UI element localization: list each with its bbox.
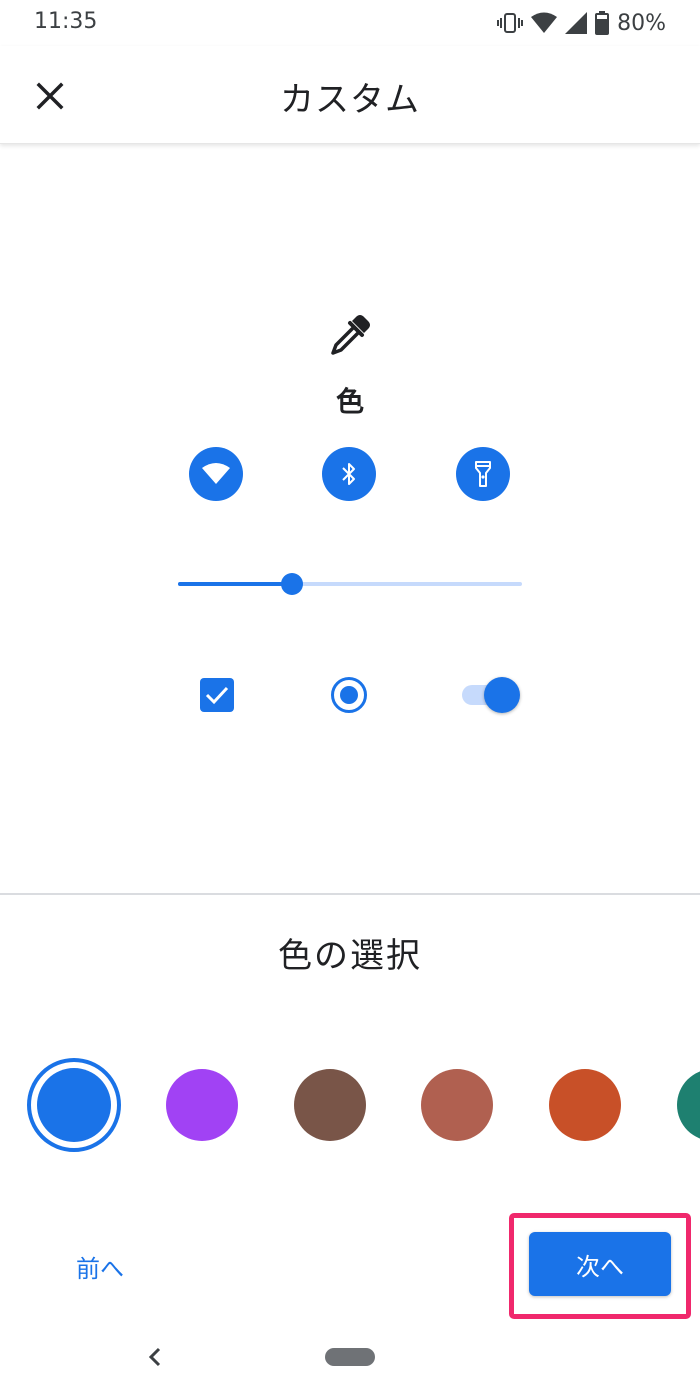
color-swatch-list bbox=[0, 1058, 700, 1152]
color-selection-title: 色の選択 bbox=[278, 936, 422, 976]
app-bar: カスタム bbox=[0, 46, 700, 144]
color-swatch-terracotta[interactable] bbox=[421, 1069, 493, 1141]
status-bar: 11:35 80% bbox=[0, 0, 700, 46]
wifi-icon bbox=[202, 463, 230, 484]
divider bbox=[0, 893, 700, 895]
toggle-thumb bbox=[484, 677, 520, 713]
color-swatch-purple[interactable] bbox=[166, 1069, 238, 1141]
wifi-signal-icon bbox=[531, 12, 558, 34]
style-preview: 色 bbox=[0, 145, 700, 893]
check-icon bbox=[205, 686, 229, 705]
swatch-fill bbox=[37, 1068, 111, 1142]
color-swatch-blue[interactable] bbox=[27, 1058, 121, 1152]
preview-slider[interactable] bbox=[178, 573, 522, 595]
preview-label: 色 bbox=[335, 385, 364, 418]
page-title: カスタム bbox=[280, 80, 420, 120]
nav-back-button[interactable] bbox=[140, 1340, 170, 1374]
status-icons: 80% bbox=[497, 9, 666, 37]
back-chevron-icon bbox=[148, 1347, 161, 1367]
previous-button[interactable]: 前へ bbox=[60, 1240, 140, 1292]
status-time: 11:35 bbox=[34, 9, 98, 34]
cell-signal-icon bbox=[565, 12, 588, 34]
preview-radio[interactable] bbox=[331, 677, 367, 713]
color-swatch-brown[interactable] bbox=[294, 1069, 366, 1141]
preview-toggle[interactable] bbox=[460, 677, 522, 713]
eyedropper-icon bbox=[331, 315, 370, 355]
wifi-tile[interactable] bbox=[189, 447, 243, 501]
slider-thumb[interactable] bbox=[280, 573, 303, 595]
radio-dot bbox=[340, 686, 358, 704]
bluetooth-tile[interactable] bbox=[322, 447, 376, 501]
battery-percent: 80% bbox=[617, 10, 666, 36]
flashlight-icon bbox=[475, 461, 491, 487]
flashlight-tile[interactable] bbox=[456, 447, 510, 501]
battery-icon bbox=[595, 11, 610, 35]
color-swatch-orange[interactable] bbox=[549, 1069, 621, 1141]
bluetooth-icon bbox=[342, 463, 355, 485]
slider-fill bbox=[178, 582, 292, 586]
preview-checkbox[interactable] bbox=[200, 678, 234, 712]
next-button[interactable]: 次へ bbox=[529, 1232, 671, 1296]
color-swatch-teal[interactable] bbox=[677, 1069, 700, 1141]
nav-home-pill[interactable] bbox=[325, 1348, 375, 1366]
vibrate-icon bbox=[497, 11, 524, 35]
